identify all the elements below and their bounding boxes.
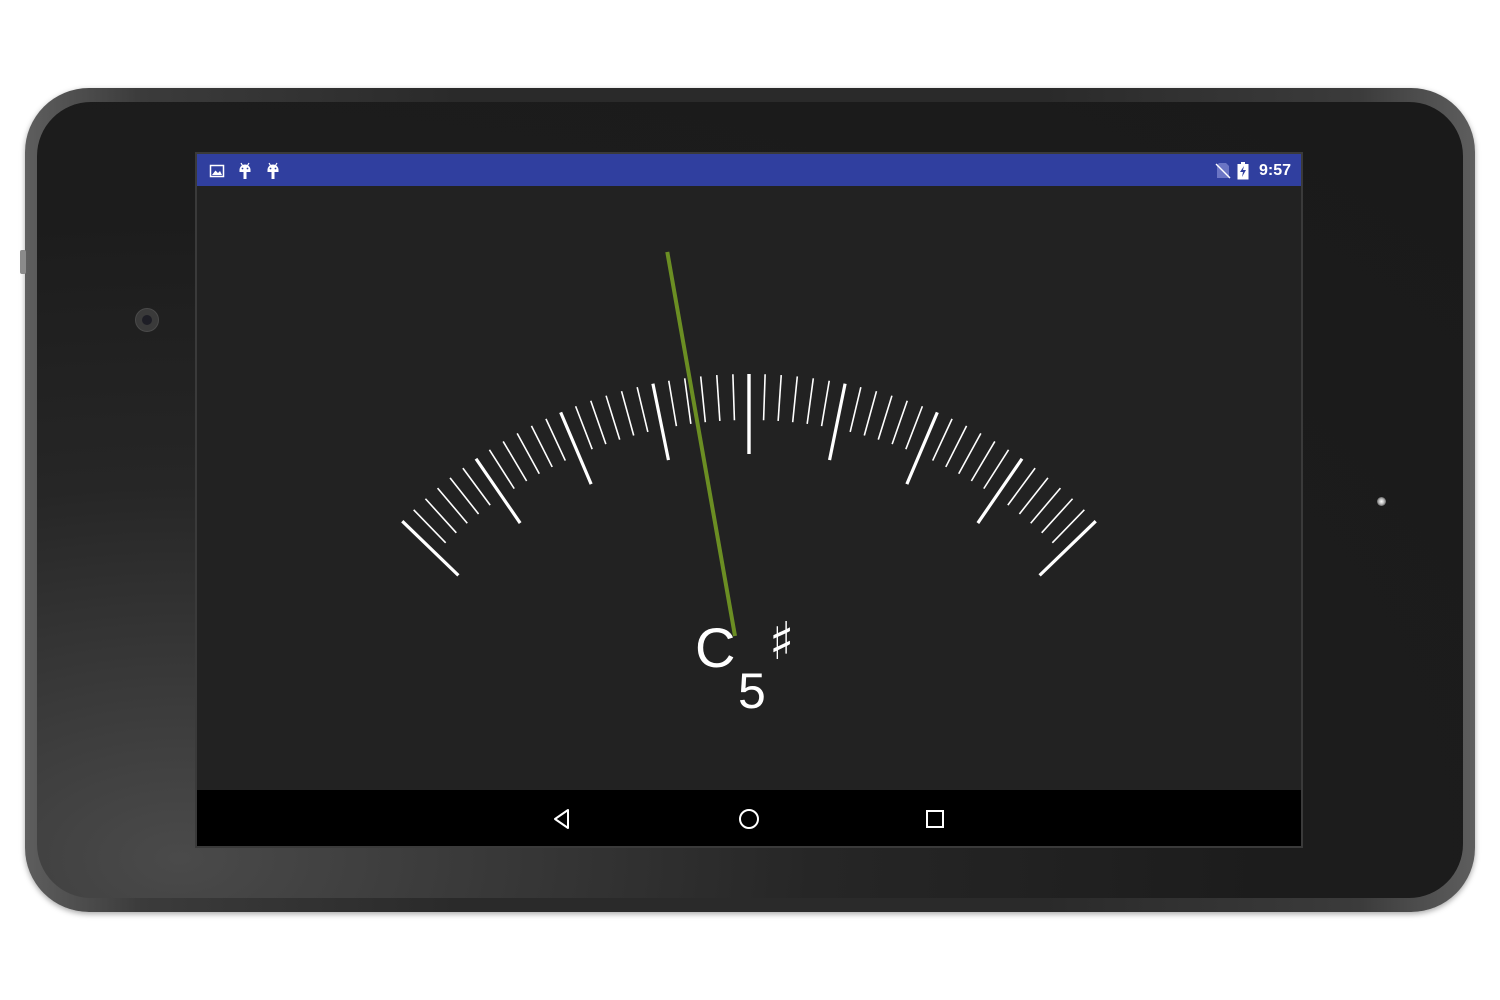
front-camera <box>135 308 159 332</box>
scale-minor-tick <box>863 390 878 436</box>
android-debug-icon <box>239 162 251 179</box>
recents-icon[interactable] <box>922 806 948 832</box>
back-icon[interactable] <box>549 806 575 832</box>
scale-major-tick <box>651 383 671 461</box>
android-debug-icon <box>267 162 279 179</box>
scale-minor-tick <box>502 441 528 482</box>
scale-minor-tick <box>545 418 567 461</box>
scale-minor-tick <box>791 376 799 423</box>
no-sim-icon <box>1215 163 1231 179</box>
tuner-needle <box>665 251 737 637</box>
image-notification-icon <box>209 164 225 178</box>
scale-major-tick <box>474 457 522 524</box>
scale-major-tick <box>559 411 593 485</box>
scale-minor-tick <box>699 376 707 423</box>
scale-minor-tick <box>945 425 968 468</box>
note-letter: C <box>695 616 736 679</box>
navigation-bar <box>197 790 1301 846</box>
scale-minor-tick <box>777 375 783 422</box>
scale-major-tick <box>827 383 847 461</box>
device-screen: 9:57 C 5 ♯ <box>195 152 1303 848</box>
power-button <box>20 250 26 274</box>
scale-minor-tick <box>931 418 953 461</box>
home-icon[interactable] <box>736 806 762 832</box>
battery-charging-icon <box>1237 162 1249 180</box>
scale-minor-tick <box>620 390 635 436</box>
scale-minor-tick <box>605 395 621 440</box>
scale-minor-tick <box>877 395 893 440</box>
scale-minor-tick <box>732 374 736 421</box>
scale-minor-tick <box>905 405 924 450</box>
scale-minor-tick <box>806 378 815 425</box>
scale-minor-tick <box>891 400 909 445</box>
scale-major-tick <box>905 411 939 485</box>
scale-minor-tick <box>762 374 766 421</box>
note-octave: 5 <box>738 663 766 719</box>
note-accidental: ♯ <box>769 612 795 672</box>
scale-minor-tick <box>574 405 593 450</box>
scale-minor-tick <box>667 380 678 427</box>
scale-minor-tick <box>589 400 607 445</box>
scale-minor-tick <box>516 433 540 475</box>
tuner-view: C 5 ♯ <box>197 186 1301 792</box>
scale-minor-tick <box>970 441 996 482</box>
scale-minor-tick <box>820 380 831 427</box>
scale-major-tick <box>401 520 460 577</box>
scale-minor-tick <box>715 375 721 422</box>
scale-major-tick <box>976 457 1024 524</box>
scale-major-tick <box>1038 520 1097 577</box>
scale-minor-tick <box>636 386 649 433</box>
scale-minor-tick <box>530 425 553 468</box>
scale-minor-tick <box>958 433 982 475</box>
light-sensor <box>1377 497 1386 506</box>
status-bar: 9:57 <box>197 154 1301 186</box>
status-time: 9:57 <box>1258 162 1291 179</box>
scale-minor-tick <box>849 386 862 433</box>
